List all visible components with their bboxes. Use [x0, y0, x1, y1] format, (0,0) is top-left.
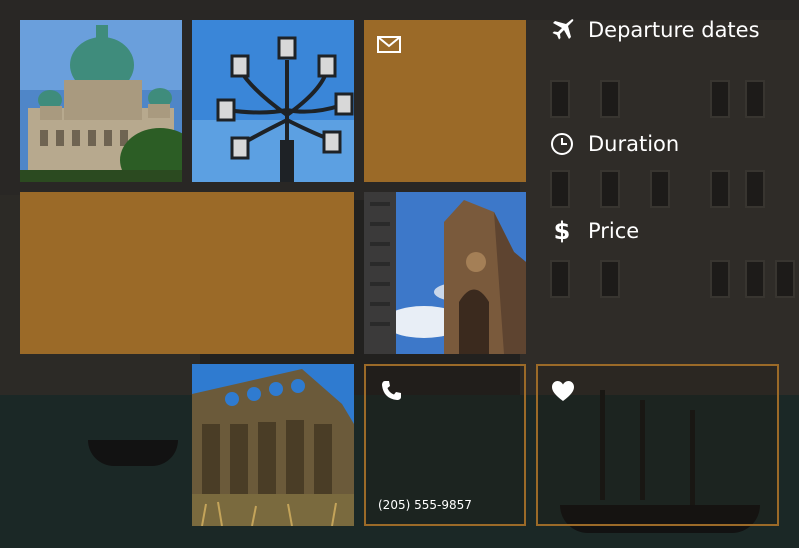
heart-icon: [550, 378, 576, 404]
phone-icon: [378, 378, 404, 404]
ruins-photo: [192, 364, 354, 526]
menu-item-departure-dates[interactable]: Departure dates: [548, 16, 760, 44]
photo-tile-memorial-church[interactable]: [364, 192, 526, 354]
photo-tile-cathedral[interactable]: [20, 20, 182, 182]
wide-accent-tile[interactable]: [20, 192, 354, 354]
memorial-church-photo: [364, 192, 526, 354]
cathedral-photo: [20, 20, 182, 182]
mail-icon: [376, 32, 402, 58]
mail-tile[interactable]: [364, 20, 526, 182]
menu-item-price[interactable]: $ Price: [548, 217, 640, 245]
menu-item-duration[interactable]: Duration: [548, 130, 679, 158]
phone-tile[interactable]: (205) 555-9857: [364, 364, 526, 526]
dollar-icon: $: [553, 217, 571, 245]
menu-label: Duration: [588, 132, 680, 156]
photo-tile-ruins[interactable]: [192, 364, 354, 526]
airplane-icon: [548, 16, 576, 44]
clock-icon: [548, 130, 576, 158]
menu-label: Departure dates: [588, 18, 760, 42]
phone-number[interactable]: (205) 555-9857: [378, 498, 472, 512]
street-lamp-photo: [192, 20, 354, 182]
favorite-tile[interactable]: [536, 364, 779, 526]
photo-tile-street-lamp[interactable]: [192, 20, 354, 182]
menu-label: Price: [588, 219, 640, 243]
